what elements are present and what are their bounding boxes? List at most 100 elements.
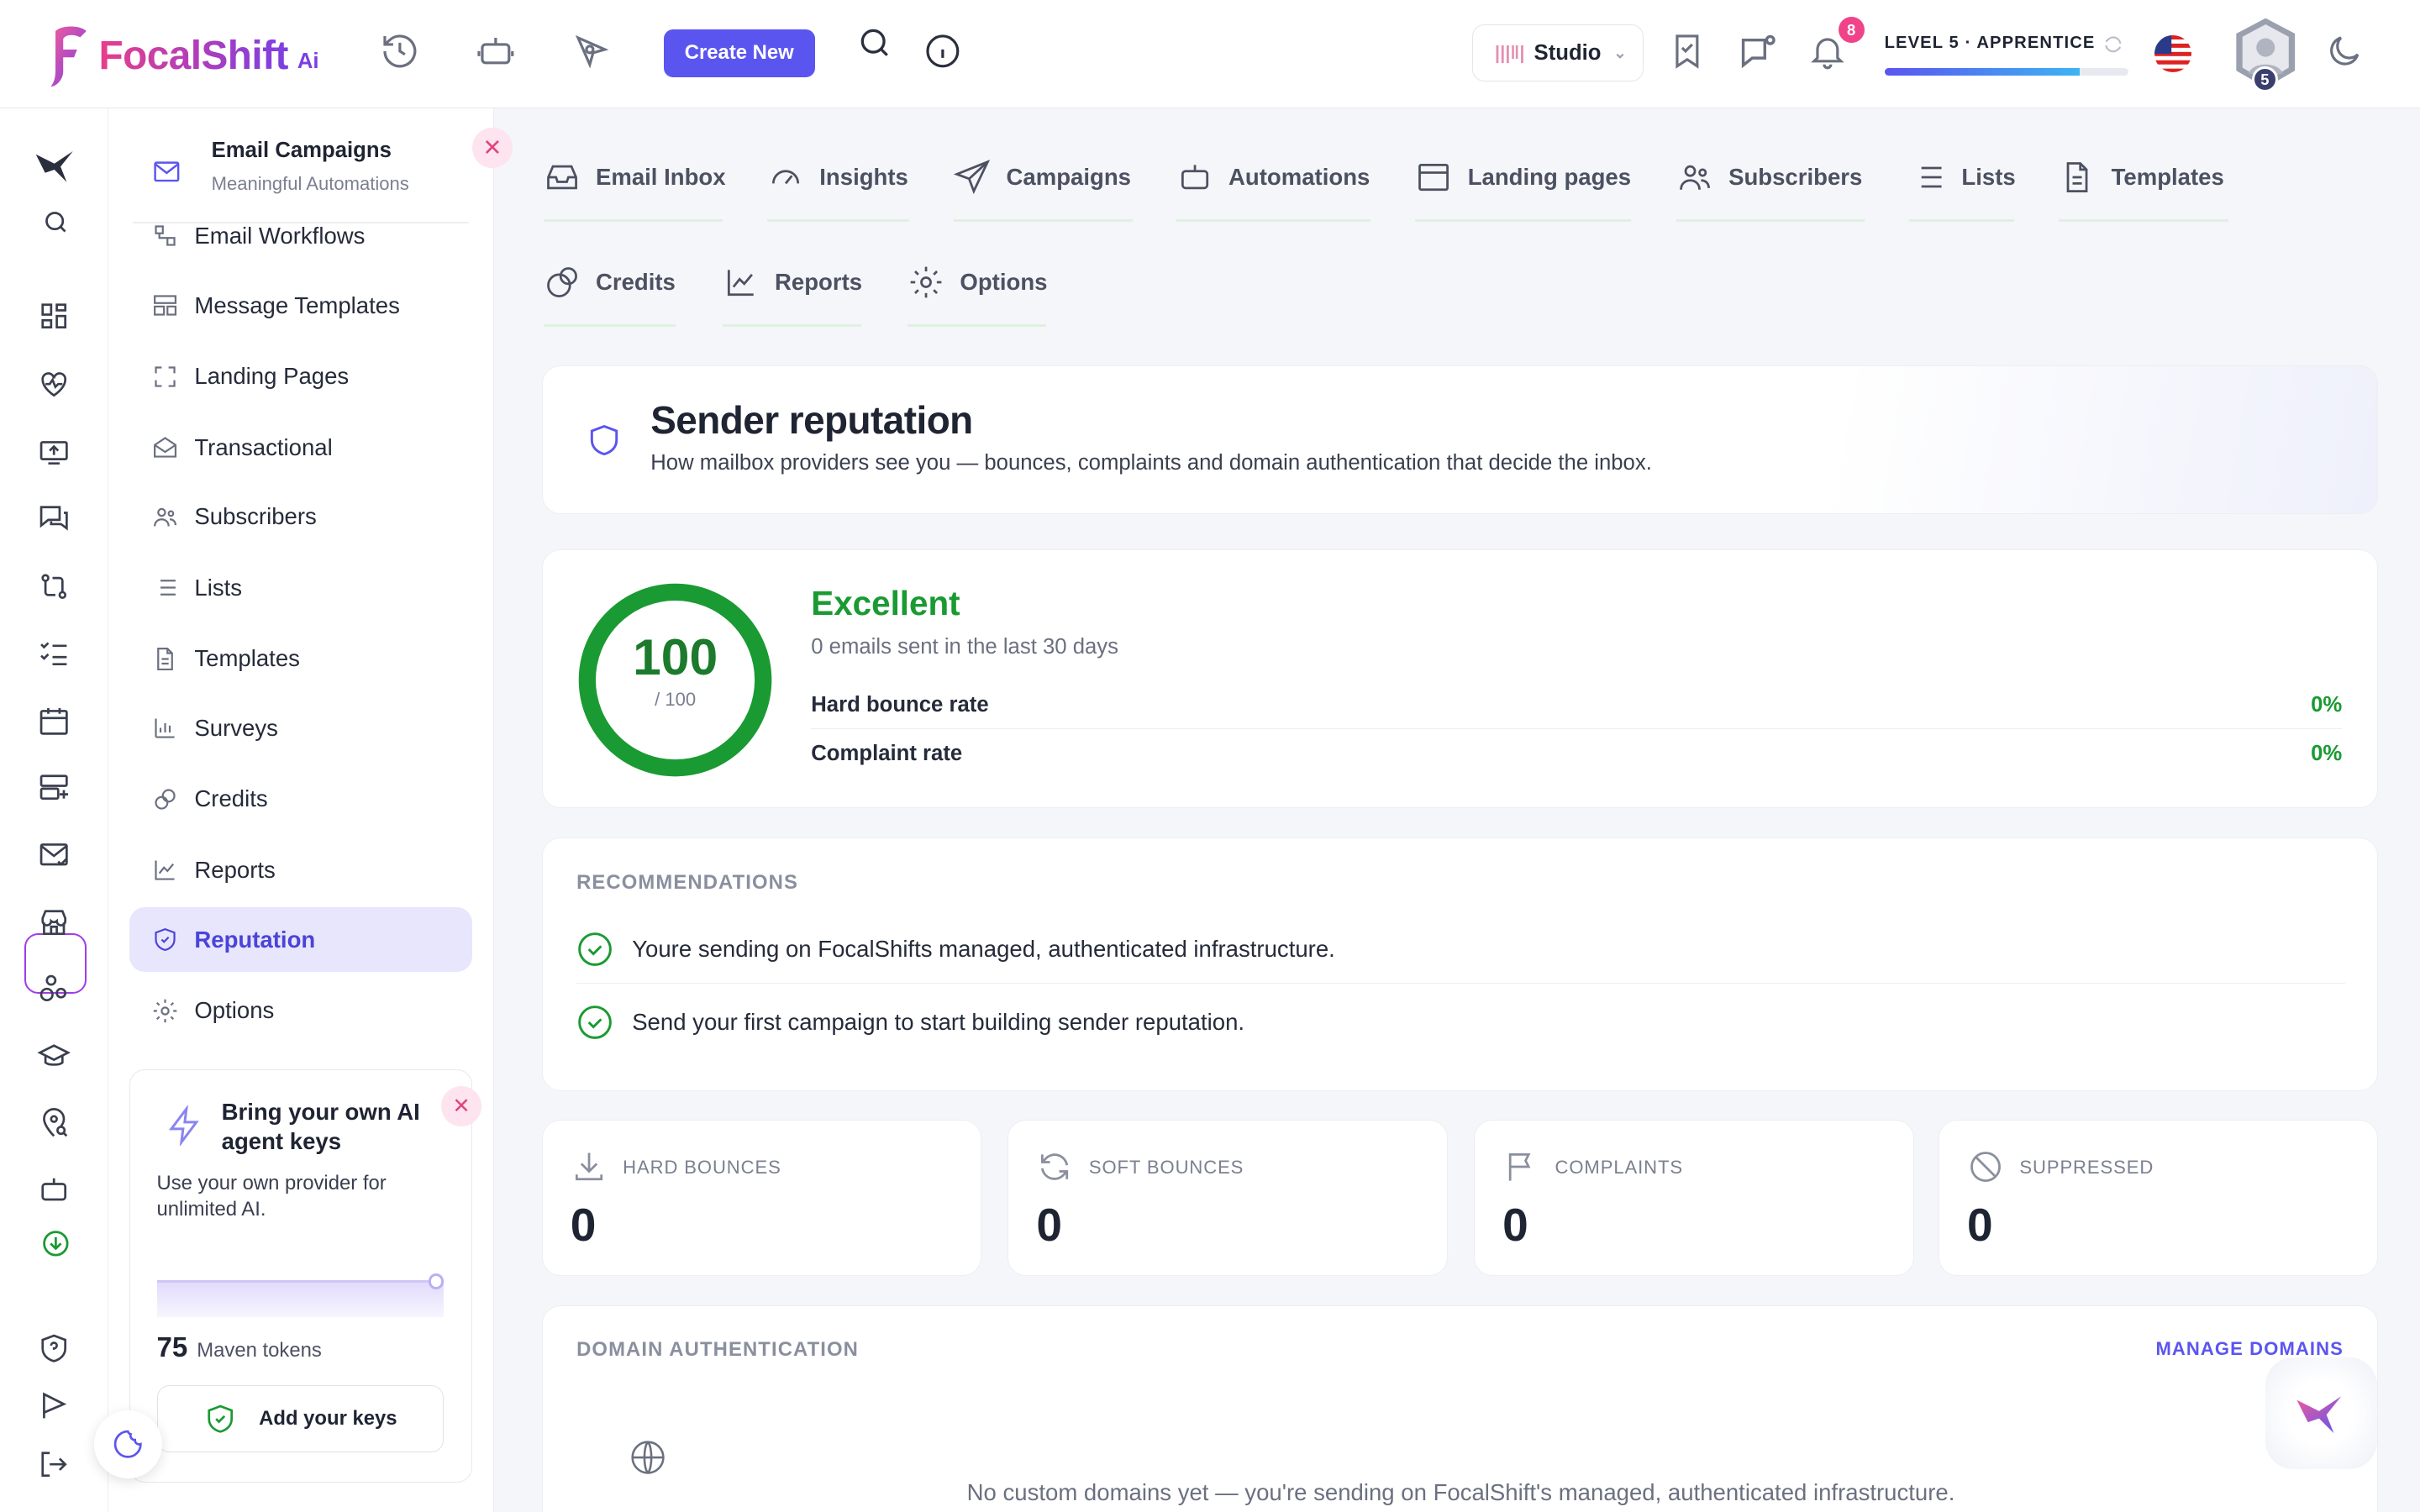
tab-label: Reports [775, 269, 863, 296]
chat-icon[interactable] [37, 501, 74, 538]
checklist-icon[interactable] [37, 636, 74, 673]
recommendations-card: RECOMMENDATIONS Youre sending on FocalSh… [541, 837, 2379, 1091]
tab-campaigns[interactable]: Campaigns [954, 157, 1131, 203]
notification-badge: 8 [1838, 17, 1865, 44]
studio-dropdown[interactable]: |||‖| Studio ⌄ [1472, 24, 1644, 82]
stat-card-soft-bounces: SOFT BOUNCES 0 [1007, 1120, 1448, 1276]
token-count: 75 Maven tokens [157, 1332, 322, 1364]
search-icon[interactable] [856, 24, 899, 67]
sidebar-item-reports[interactable]: Reports [129, 837, 472, 902]
tab-label: Landing pages [1467, 164, 1632, 191]
score-label: Excellent [811, 584, 960, 623]
logout-icon[interactable] [37, 1447, 74, 1484]
close-icon[interactable]: ✕ [472, 128, 513, 169]
sidebar-item-lists[interactable]: Lists [129, 555, 472, 620]
stat-value: 0 [1036, 1199, 1063, 1252]
tab-options[interactable]: Options [908, 262, 1047, 308]
gear-icon [908, 264, 944, 301]
git-compare-icon[interactable] [37, 570, 74, 606]
assistant-button[interactable] [2265, 1357, 2377, 1469]
store-icon[interactable] [37, 906, 74, 942]
token-label: Maven tokens [197, 1339, 322, 1362]
calendar-icon[interactable] [37, 704, 74, 741]
download-icon [571, 1148, 608, 1185]
side-nav-subtitle: Meaningful Automations [211, 172, 409, 194]
domain-caption: DOMAIN AUTHENTICATION [576, 1338, 860, 1362]
sidebar-item-reputation[interactable]: Reputation [129, 906, 472, 973]
server-plus-icon[interactable] [37, 770, 74, 807]
tab-subscribers[interactable]: Subscribers [1676, 157, 1862, 203]
sidebar-item-templates[interactable]: Templates [129, 627, 472, 691]
bot-icon[interactable] [476, 31, 518, 74]
tab-underline [1415, 218, 1632, 223]
byok-description: Use your own provider for unlimited AI. [156, 1172, 387, 1221]
history-icon[interactable] [380, 31, 423, 74]
file-icon [2059, 159, 2096, 196]
domain-auth-card: DOMAIN AUTHENTICATION MANAGE DOMAINS No … [541, 1305, 2379, 1512]
brand-name: FocalShift [98, 33, 289, 78]
search-icon[interactable] [42, 208, 70, 236]
tab-templates[interactable]: Templates [2059, 157, 2224, 203]
refresh-icon [1036, 1148, 1073, 1185]
bot-icon[interactable] [37, 1173, 74, 1210]
sidebar-item-transactional[interactable]: Transactional [129, 415, 472, 480]
sidebar-item-email-workflows[interactable]: Email Workflows [129, 203, 472, 268]
sidebar-item-landing-pages[interactable]: Landing Pages [129, 344, 472, 409]
moon-icon[interactable] [2324, 31, 2367, 74]
sidebar-item-credits[interactable]: Credits [129, 767, 472, 832]
sidebar-item-label: Reputation [194, 926, 316, 953]
stat-label: SOFT BOUNCES [1088, 1156, 1244, 1178]
gear-icon [151, 997, 179, 1025]
graduation-cap-icon[interactable] [37, 1040, 74, 1077]
tab-insights[interactable]: Insights [767, 157, 908, 203]
bookmark-check-icon[interactable] [1667, 31, 1710, 74]
us-flag-icon[interactable] [2154, 35, 2192, 73]
brand-suffix: Ai [297, 49, 319, 73]
sidebar-item-surveys[interactable]: Surveys [129, 696, 472, 760]
pen-tool-icon[interactable] [571, 31, 614, 74]
side-nav-title: Email Campaigns [211, 139, 392, 163]
tab-credits[interactable]: Credits [544, 262, 676, 308]
tab-lists[interactable]: Lists [1909, 157, 2016, 203]
hummingbird-icon[interactable] [33, 142, 79, 188]
shield-check-icon [203, 1402, 237, 1436]
download-circle-icon[interactable] [40, 1228, 71, 1259]
sidebar-item-label: Options [194, 997, 275, 1024]
tab-label: Credits [595, 269, 676, 296]
file-icon [151, 645, 179, 673]
create-new-button[interactable]: Create New [663, 29, 815, 77]
message-icon[interactable] [1736, 31, 1779, 74]
tab-underline [722, 323, 861, 328]
tab-automations[interactable]: Automations [1176, 157, 1370, 203]
heart-pulse-icon[interactable] [37, 367, 74, 404]
map-search-icon[interactable] [37, 1106, 74, 1143]
logo[interactable]: FocalShift Ai [46, 22, 319, 90]
metric-row: Complaint rate 0% [811, 731, 2342, 777]
sidebar-item-label: Message Templates [194, 291, 400, 318]
tab-email-inbox[interactable]: Email Inbox [544, 157, 726, 203]
mail-open-icon [151, 433, 179, 461]
screen-share-icon[interactable] [37, 435, 74, 472]
sidebar-item-options[interactable]: Options [129, 978, 472, 1042]
add-keys-button[interactable]: Add your keys [156, 1384, 445, 1453]
tab-reports[interactable]: Reports [723, 262, 863, 308]
sidebar-item-subscribers[interactable]: Subscribers [129, 485, 472, 549]
dashboard-icon[interactable] [37, 299, 74, 336]
mail-check-icon[interactable] [37, 837, 74, 874]
studio-label: Studio [1534, 40, 1602, 65]
shield-help-icon[interactable] [37, 1331, 74, 1368]
byok-title: Bring your own AI agent keys [221, 1098, 420, 1154]
tab-landing-pages[interactable]: Landing pages [1415, 157, 1631, 203]
refresh-icon[interactable] [2102, 34, 2124, 55]
bar-chart-icon [151, 714, 179, 742]
cookie-icon[interactable] [94, 1410, 162, 1478]
shapes-icon[interactable] [37, 972, 74, 1009]
metric-value: 0% [2311, 693, 2343, 717]
close-icon[interactable]: ✕ [441, 1086, 482, 1126]
sidebar-item-message-templates[interactable]: Message Templates [129, 273, 472, 338]
stat-label: HARD BOUNCES [623, 1156, 781, 1178]
metric-label: Hard bounce rate [811, 693, 989, 717]
check-circle-icon [576, 931, 613, 968]
flag-icon[interactable] [37, 1389, 74, 1425]
info-icon[interactable] [923, 31, 965, 74]
